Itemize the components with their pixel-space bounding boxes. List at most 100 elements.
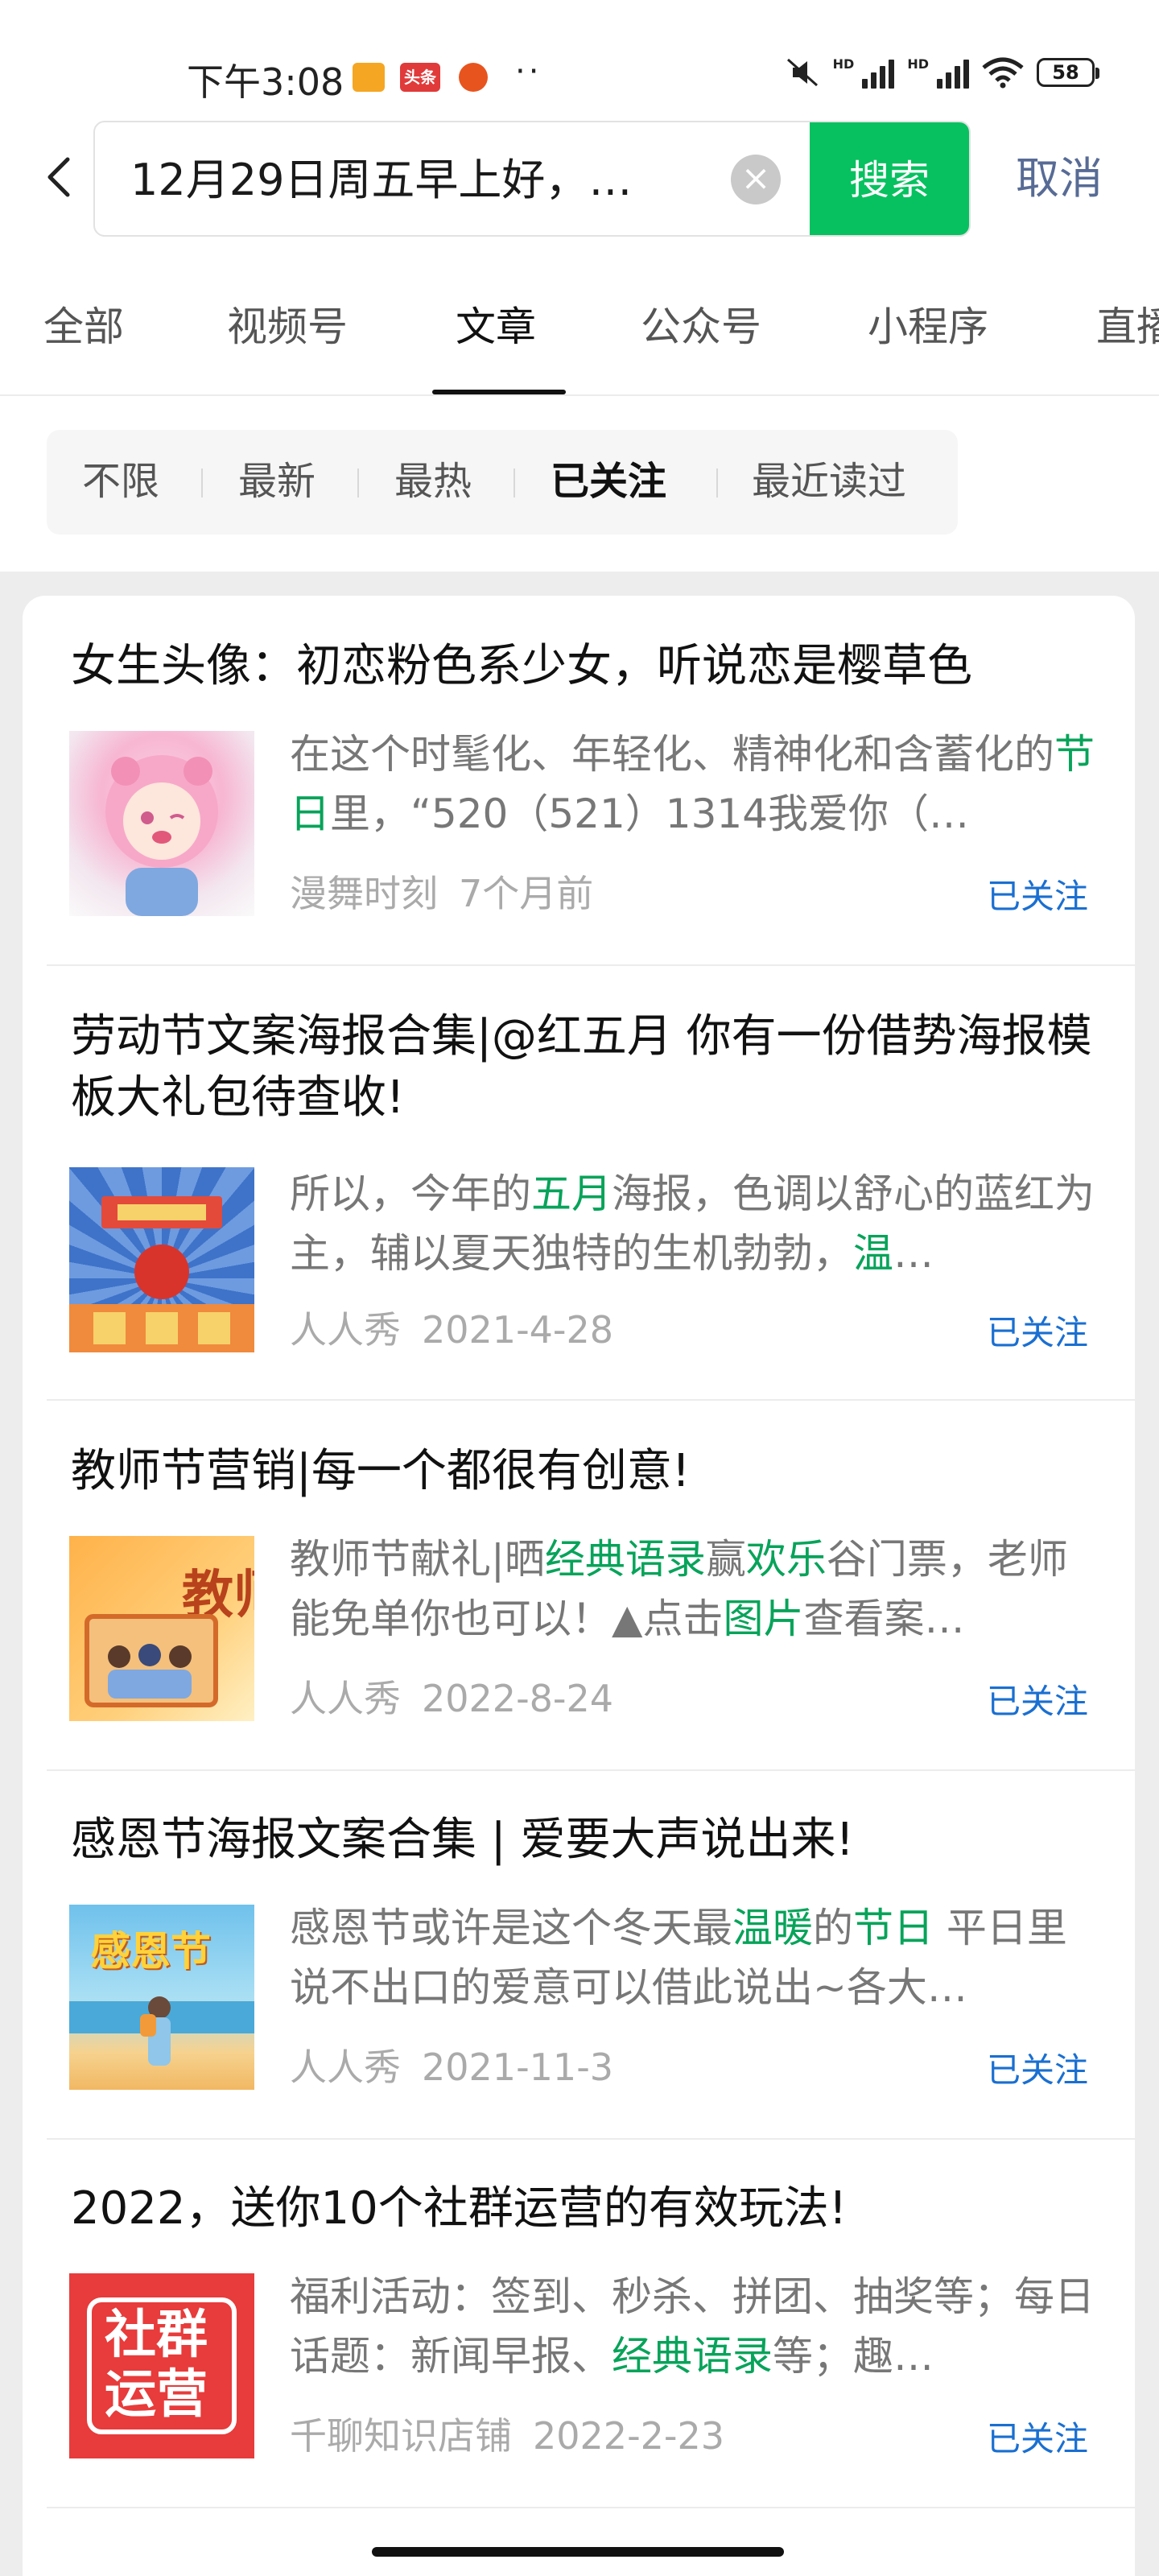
labor-day-poster-thumbnail <box>69 1167 254 1352</box>
filter-followed[interactable]: 已关注 <box>551 457 666 506</box>
signal-strength-icon <box>862 56 895 89</box>
tab-articles[interactable]: 文章 <box>456 303 536 351</box>
result-meta: 漫舞时刻 7个月前 <box>290 871 593 916</box>
result-date: 7个月前 <box>459 872 594 915</box>
result-source[interactable]: 人人秀 <box>290 1677 401 1720</box>
followed-badge: 已关注 <box>986 2419 1088 2458</box>
clear-search-icon[interactable]: × <box>731 155 781 204</box>
battery-icon: 58 <box>1037 58 1099 87</box>
result-source[interactable]: 人人秀 <box>290 1308 401 1352</box>
status-bar: 下午3:08 头条 ·· HD HD 58 <box>0 0 1159 121</box>
result-divider <box>47 2138 1135 2140</box>
more-notifications-icon: ·· <box>515 53 542 90</box>
result-item[interactable]: 女生头像：初恋粉色系少女，听说恋是樱草色 在这个时髦化、年轻化、精神化和含蓄化的… <box>47 636 1135 966</box>
result-snippet: 在这个时髦化、年轻化、精神化和含蓄化的节日里，“520（521）1314我爱你（… <box>290 724 1095 844</box>
cancel-button[interactable]: 取消 <box>1016 153 1103 204</box>
teachers-day-icon <box>85 1614 218 1707</box>
result-date: 2021-11-3 <box>422 2046 614 2089</box>
mute-icon <box>786 58 818 87</box>
thanksgiving-beach-thumbnail: 感恩节 <box>69 1905 254 2090</box>
tab-channels[interactable]: 视频号 <box>227 303 348 351</box>
back-arrow-icon[interactable] <box>37 153 85 201</box>
result-divider <box>47 1399 1135 1401</box>
result-title[interactable]: 感恩节海报文案合集 | 爱要大声说出来! <box>71 1810 1117 1871</box>
hd-label-2: HD <box>907 56 929 72</box>
filter-unlimited[interactable]: 不限 <box>82 457 159 506</box>
followed-badge: 已关注 <box>986 877 1088 916</box>
result-item[interactable]: 2022，送你10个社群运营的有效玩法! 社群 运营 福利活动：签到、秒杀、拼团… <box>47 2178 1135 2508</box>
active-tab-indicator <box>432 390 566 394</box>
filter-hottest[interactable]: 最热 <box>394 457 472 506</box>
thanksgiving-beach-icon <box>69 1996 254 2066</box>
result-meta: 人人秀 2021-4-28 <box>290 1307 613 1352</box>
result-date: 2022-2-23 <box>533 2414 725 2458</box>
search-input[interactable]: 12月29日周五早上好，… <box>130 155 766 206</box>
result-item[interactable]: 感恩节海报文案合集 | 爱要大声说出来! 感恩节 感恩节或许是这个冬天最温暖的节… <box>47 1810 1135 2140</box>
result-item[interactable]: 劳动节文案海报合集|@红五月 你有一份借势海报模板大礼包待查收! 所以，今年的五… <box>47 1006 1135 1401</box>
wifi-icon <box>982 57 1024 89</box>
snippet-text: 所以，今年的 <box>290 1170 531 1217</box>
snippet-text: … <box>893 1230 934 1277</box>
tab-all[interactable]: 全部 <box>43 303 124 351</box>
thumbnail-text-line: 运营 <box>105 2365 208 2425</box>
app-notification-icon <box>353 63 385 92</box>
result-snippet: 所以，今年的五月海报，色调以舒心的蓝红为主，辅以夏天独特的生机勃勃，温… <box>290 1164 1095 1283</box>
tab-official-accounts[interactable]: 公众号 <box>641 303 761 351</box>
anime-girl-icon <box>105 755 218 916</box>
followed-badge: 已关注 <box>986 2050 1088 2090</box>
result-item[interactable]: 教师节营销|每一个都很有创意! 教师 教师节献礼|晒经典语录赢欢乐谷门票，老师能… <box>47 1441 1135 1771</box>
snippet-highlight: 经典语录 <box>544 1536 706 1583</box>
result-title[interactable]: 教师节营销|每一个都很有创意! <box>71 1441 1117 1502</box>
status-time: 下午3:08 <box>187 60 344 104</box>
result-meta: 人人秀 2021-11-3 <box>290 2045 613 2090</box>
result-snippet: 教师节献礼|晒经典语录赢欢乐谷门票，老师能免单你也可以！▲点击图片查看案… <box>290 1530 1095 1649</box>
followed-badge: 已关注 <box>986 1313 1088 1352</box>
search-button[interactable]: 搜索 <box>810 122 969 235</box>
result-title[interactable]: 2022，送你10个社群运营的有效玩法! <box>71 2178 1117 2240</box>
snippet-text: 的 <box>813 1905 853 1951</box>
signal-strength-icon-2 <box>937 56 969 89</box>
result-source[interactable]: 漫舞时刻 <box>290 872 438 915</box>
result-date: 2021-4-28 <box>422 1308 614 1352</box>
result-snippet: 福利活动：签到、秒杀、拼团、抽奖等；每日话题：新闻早报、经典语录等；趣… <box>290 2267 1095 2386</box>
filter-recently-read[interactable]: 最近读过 <box>752 457 906 506</box>
hd-label-1: HD <box>832 56 855 72</box>
filter-divider <box>201 469 203 497</box>
app-notification-icon-2 <box>459 63 488 92</box>
result-title[interactable]: 劳动节文案海报合集|@红五月 你有一份借势海报模板大礼包待查收! <box>71 1006 1117 1129</box>
result-divider <box>47 2507 1135 2508</box>
tab-mini-programs[interactable]: 小程序 <box>868 303 988 351</box>
snippet-text: 感恩节或许是这个冬天最 <box>290 1905 732 1951</box>
filter-latest[interactable]: 最新 <box>238 457 316 506</box>
filter-bar: 不限 最新 最热 已关注 最近读过 <box>47 430 958 535</box>
snippet-highlight: 经典语录 <box>612 2333 773 2380</box>
snippet-text: 在这个时髦化、年轻化、精神化和含蓄化的 <box>290 731 1054 778</box>
followed-badge: 已关注 <box>986 1682 1088 1721</box>
result-meta: 千聊知识店铺 2022-2-23 <box>290 2413 724 2458</box>
snippet-text: 等；趣… <box>773 2333 934 2380</box>
result-divider <box>47 1769 1135 1771</box>
snippet-highlight: 欢乐 <box>745 1536 827 1583</box>
result-title[interactable]: 女生头像：初恋粉色系少女，听说恋是樱草色 <box>71 636 1117 697</box>
category-tabs: 全部 视频号 文章 公众号 小程序 直播 <box>0 274 1159 396</box>
snippet-text: 赢 <box>705 1536 746 1583</box>
result-divider <box>47 964 1135 966</box>
search-box[interactable]: 12月29日周五早上好，… × 搜索 <box>93 121 971 237</box>
tab-live[interactable]: 直播 <box>1096 303 1159 351</box>
result-date: 2022-8-24 <box>422 1677 614 1720</box>
toutiao-notification-icon: 头条 <box>400 63 440 92</box>
result-source[interactable]: 人人秀 <box>290 2046 401 2089</box>
search-row: 12月29日周五早上好，… × 搜索 取消 <box>0 121 1159 237</box>
snippet-highlight: 温暖 <box>732 1905 813 1951</box>
result-source[interactable]: 千聊知识店铺 <box>290 2414 512 2458</box>
snippet-highlight: 节日 <box>853 1905 934 1951</box>
snippet-text: 教师节献礼|晒 <box>290 1536 545 1583</box>
filter-divider <box>716 469 718 497</box>
home-indicator[interactable] <box>372 2547 784 2557</box>
snippet-highlight: 图片 <box>723 1596 804 1642</box>
snippet-highlight: 五月 <box>531 1170 612 1217</box>
thumbnail-text-line: 社群 <box>105 2306 208 2365</box>
snippet-text: 里，“520（521）1314我爱你（… <box>330 791 970 837</box>
filter-divider <box>357 469 359 497</box>
result-meta: 人人秀 2022-8-24 <box>290 1676 613 1721</box>
